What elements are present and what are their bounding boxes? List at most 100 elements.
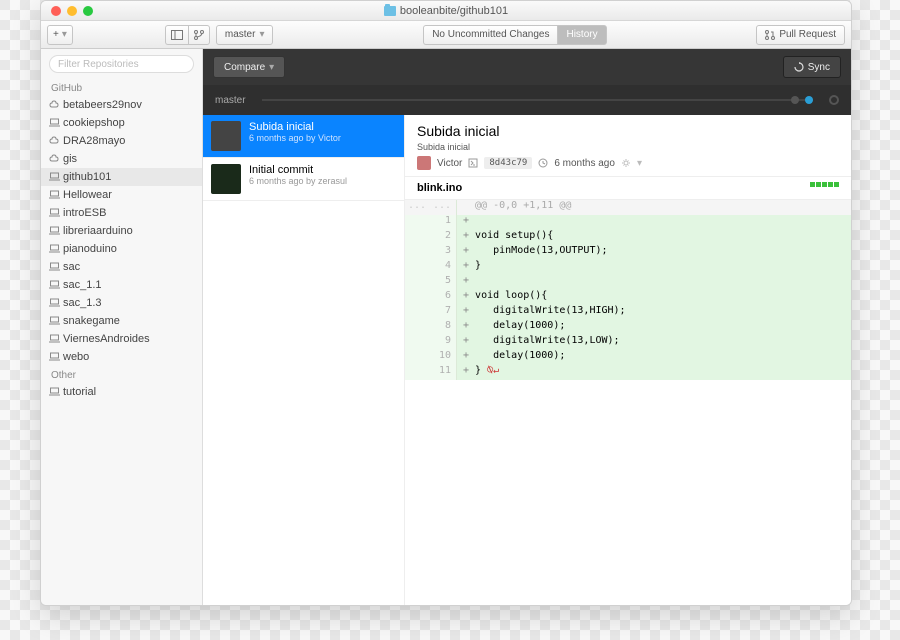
sidebar-repo-item[interactable]: libreriaarduino xyxy=(41,222,202,240)
maximize-icon[interactable] xyxy=(83,6,93,16)
sidebar-repo-item[interactable]: introESB xyxy=(41,204,202,222)
laptop-icon xyxy=(49,387,59,397)
app-window: booleanbite/github101 +▾ master▾ No Unco… xyxy=(40,0,852,606)
main-panel: Compare▾ Sync master Subida inicial6 mon… xyxy=(203,49,851,605)
sidebar-item-label: sac_1.1 xyxy=(63,279,102,291)
diff-line: 5+ xyxy=(405,275,851,290)
sidebar-repo-item[interactable]: cookiepshop xyxy=(41,114,202,132)
branch-indicator-label: master xyxy=(215,95,246,106)
laptop-icon xyxy=(49,298,59,308)
sidebar-repo-item[interactable]: tutorial xyxy=(41,383,202,401)
commit-item[interactable]: Initial commit6 months ago by zerasul xyxy=(203,158,404,201)
sidebar-item-label: introESB xyxy=(63,207,106,219)
timeline-end-marker xyxy=(829,95,839,105)
close-icon[interactable] xyxy=(51,6,61,16)
view-toggle: No Uncommitted Changes History xyxy=(423,25,606,45)
sidebar-item-label: betabeers29nov xyxy=(63,99,142,111)
sidebar-group-header: GitHub xyxy=(41,79,202,96)
branch-selector[interactable]: master▾ xyxy=(216,25,274,45)
timeline-head-marker[interactable] xyxy=(805,96,813,104)
diff-stat-icon xyxy=(810,182,839,194)
author-name: Victor xyxy=(437,158,462,169)
sidebar-item-label: DRA28mayo xyxy=(63,135,125,147)
commit-time: 6 months ago xyxy=(554,158,615,169)
minimize-icon[interactable] xyxy=(67,6,77,16)
diff-line: 11+ } ⍉↵ xyxy=(405,365,851,380)
cloud-icon xyxy=(49,100,59,110)
cloud-icon xyxy=(49,154,59,164)
diff-line: 9+ digitalWrite(13,LOW); xyxy=(405,335,851,350)
sidebar-item-label: sac_1.3 xyxy=(63,297,102,309)
window-title: booleanbite/github101 xyxy=(400,5,508,17)
sidebar-toggle-button[interactable] xyxy=(165,25,188,45)
compare-button[interactable]: Compare▾ xyxy=(213,56,285,78)
sidebar-repo-item[interactable]: webo xyxy=(41,348,202,366)
sidebar-item-label: Hellowear xyxy=(63,189,112,201)
pull-request-button[interactable]: Pull Request xyxy=(756,25,845,45)
sync-button[interactable]: Sync xyxy=(783,56,841,78)
timeline-track[interactable] xyxy=(262,99,813,101)
folder-icon xyxy=(384,6,396,16)
sidebar-item-label: tutorial xyxy=(63,386,96,398)
sidebar-repo-item[interactable]: pianoduino xyxy=(41,240,202,258)
sidebar-repo-item[interactable]: gis xyxy=(41,150,202,168)
panel-icon xyxy=(171,30,183,40)
laptop-icon xyxy=(49,172,59,182)
commit-sha[interactable]: 8d43c79 xyxy=(484,157,532,169)
window-controls xyxy=(41,6,93,16)
sidebar-item-label: github101 xyxy=(63,171,111,183)
file-header[interactable]: blink.ino xyxy=(405,177,851,200)
changes-tab[interactable]: No Uncommitted Changes xyxy=(423,25,557,45)
filter-repositories-input[interactable]: Filter Repositories xyxy=(49,55,194,73)
sync-icon xyxy=(794,62,804,72)
diff-line: 10+ delay(1000); xyxy=(405,350,851,365)
add-button[interactable]: +▾ xyxy=(47,25,73,45)
cloud-icon xyxy=(49,136,59,146)
laptop-icon xyxy=(49,262,59,272)
laptop-icon xyxy=(49,190,59,200)
sidebar-repo-item[interactable]: betabeers29nov xyxy=(41,96,202,114)
sidebar-repo-item[interactable]: sac_1.1 xyxy=(41,276,202,294)
sidebar-repo-item[interactable]: sac xyxy=(41,258,202,276)
sidebar-repo-item[interactable]: github101 xyxy=(41,168,202,186)
toolbar: +▾ master▾ No Uncommitted Changes Histor… xyxy=(41,21,851,49)
commit-avatar xyxy=(211,164,241,194)
sidebar-item-label: libreriaarduino xyxy=(63,225,133,237)
sidebar: Filter Repositories GitHub betabeers29nov… xyxy=(41,49,203,605)
sidebar-item-label: snakegame xyxy=(63,315,120,327)
diff-line: 8+ delay(1000); xyxy=(405,320,851,335)
laptop-icon xyxy=(49,280,59,290)
laptop-icon xyxy=(49,244,59,254)
sidebar-item-label: webo xyxy=(63,351,89,363)
laptop-icon xyxy=(49,316,59,326)
sidebar-repo-item[interactable]: DRA28mayo xyxy=(41,132,202,150)
laptop-icon xyxy=(49,208,59,218)
laptop-icon xyxy=(49,118,59,128)
commit-list: Subida inicial6 months ago by VictorInit… xyxy=(203,115,405,605)
sidebar-item-label: ViernesAndroides xyxy=(63,333,150,345)
diff-line: 2+ void setup(){ xyxy=(405,230,851,245)
diff-view: ...... @@ -0,0 +1,11 @@1+ 2+ void setup(… xyxy=(405,200,851,605)
commit-item-title: Subida inicial xyxy=(249,121,341,133)
sidebar-repo-item[interactable]: sac_1.3 xyxy=(41,294,202,312)
laptop-icon xyxy=(49,352,59,362)
author-avatar xyxy=(417,156,431,170)
gear-icon[interactable] xyxy=(621,158,631,168)
sidebar-toggle-group xyxy=(165,25,210,45)
commit-item[interactable]: Subida inicial6 months ago by Victor xyxy=(203,115,404,158)
diff-line: 7+ digitalWrite(13,HIGH); xyxy=(405,305,851,320)
pull-request-icon xyxy=(765,30,775,40)
branch-toggle-button[interactable] xyxy=(188,25,210,45)
sidebar-group-header: Other xyxy=(41,366,202,383)
clock-icon xyxy=(538,158,548,168)
sidebar-repo-item[interactable]: Hellowear xyxy=(41,186,202,204)
history-tab[interactable]: History xyxy=(557,25,606,45)
sidebar-item-label: cookiepshop xyxy=(63,117,125,129)
commit-avatar xyxy=(211,121,241,151)
commit-item-title: Initial commit xyxy=(249,164,347,176)
sidebar-repo-item[interactable]: snakegame xyxy=(41,312,202,330)
diff-hunk-header: ...... @@ -0,0 +1,11 @@ xyxy=(405,200,851,215)
commit-title: Subida inicial xyxy=(417,123,839,139)
sidebar-repo-item[interactable]: ViernesAndroides xyxy=(41,330,202,348)
compare-bar: Compare▾ Sync xyxy=(203,49,851,85)
